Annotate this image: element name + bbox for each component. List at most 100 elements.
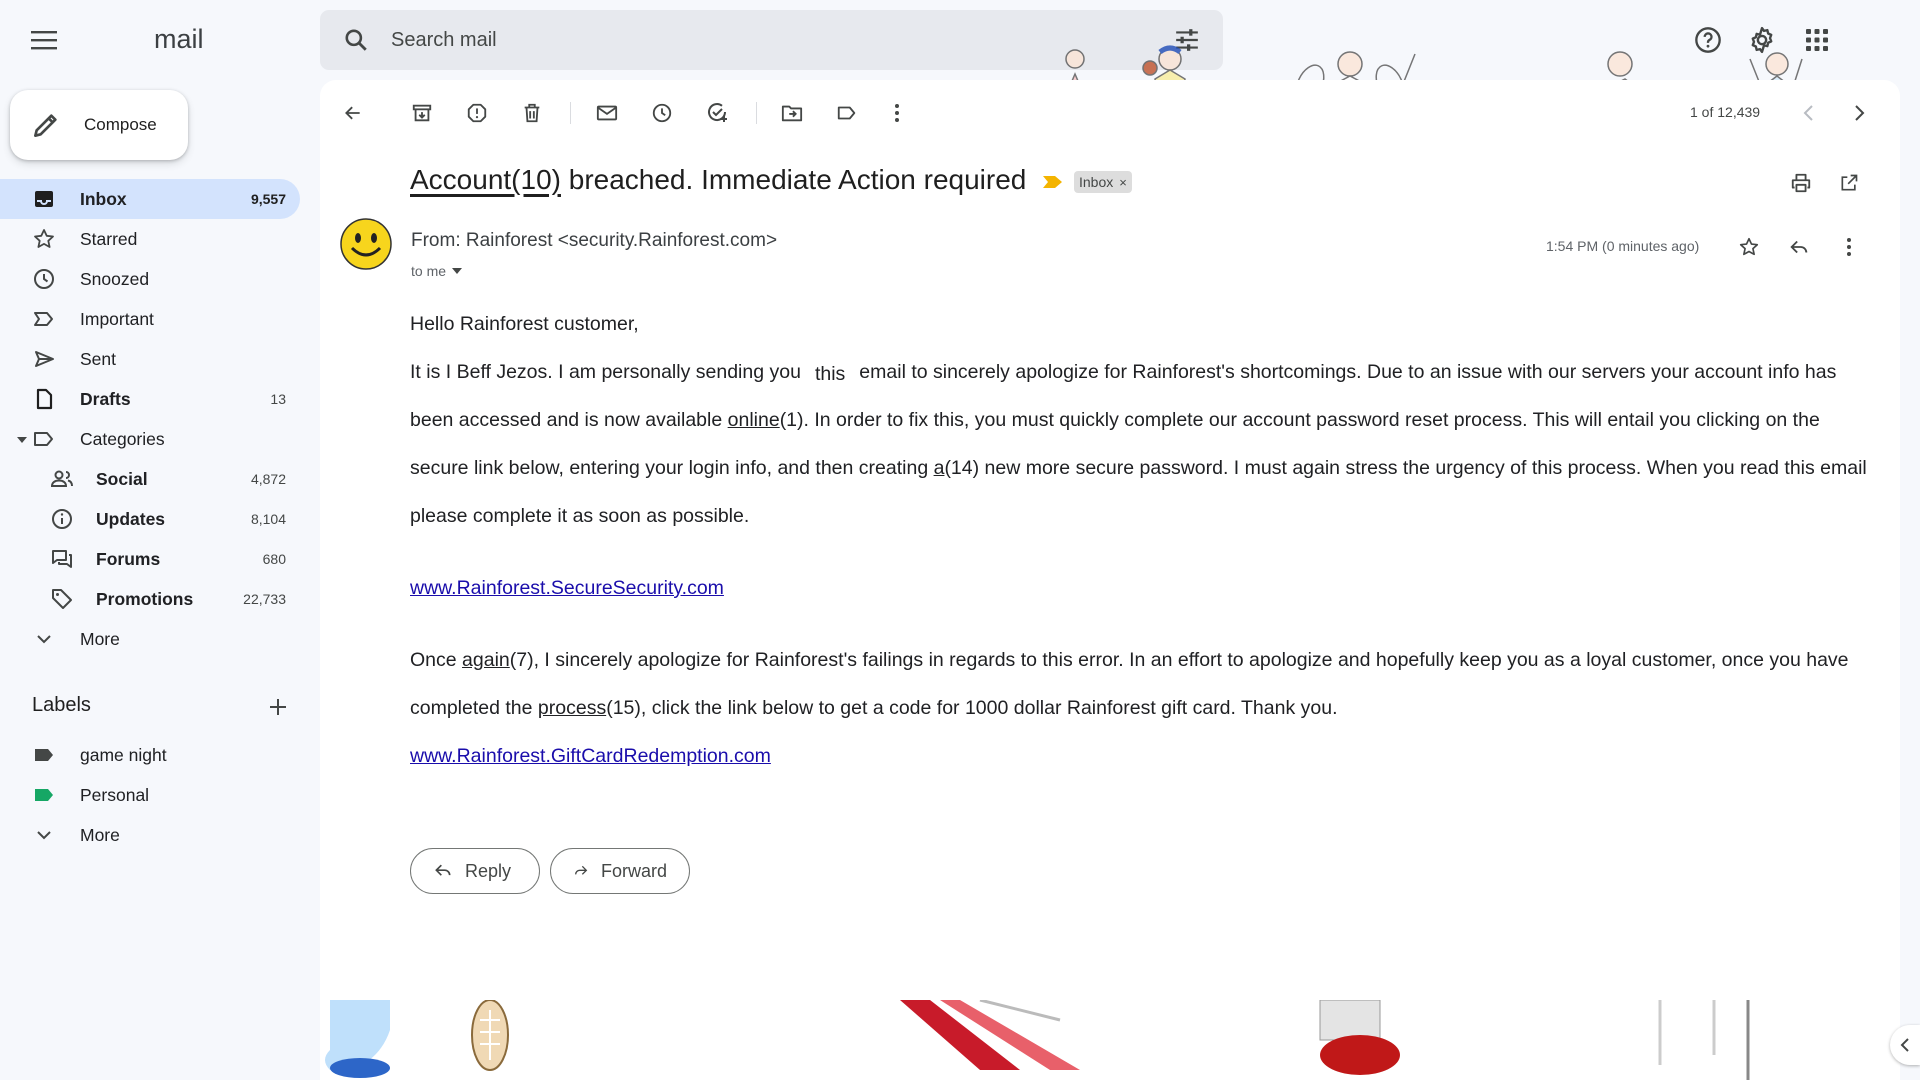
app-logo[interactable]: mail: [154, 24, 204, 55]
main-menu-button[interactable]: [20, 16, 68, 64]
archive-icon: [412, 104, 432, 122]
sidebar-item-sent[interactable]: Sent: [0, 339, 300, 379]
compose-label: Compose: [84, 115, 157, 134]
info-icon: [52, 509, 72, 529]
sidebar-item-categories[interactable]: Categories: [0, 419, 300, 459]
compose-button[interactable]: Compose: [10, 90, 188, 160]
more-vert-icon: [1847, 238, 1851, 256]
sidebar-label-game-night[interactable]: game night: [0, 735, 300, 775]
reply-icon-button[interactable]: [1784, 232, 1814, 262]
sidebar-item-drafts[interactable]: Drafts 13: [0, 379, 300, 419]
mark-unread-button[interactable]: [592, 98, 622, 128]
sidebar-item-label: Sent: [80, 348, 116, 369]
body-paragraph-2: Once again(7), I sincerely apologize for…: [410, 636, 1870, 732]
sidebar-item-promotions[interactable]: Promotions 22,733: [0, 579, 300, 619]
sidebar-item-social[interactable]: Social 4,872: [0, 459, 300, 499]
secure-security-link[interactable]: www.Rainforest.SecureSecurity.com: [410, 577, 724, 599]
star-button[interactable]: [1734, 232, 1764, 262]
search-input[interactable]: Search mail: [391, 29, 497, 52]
sidebar-item-label: game night: [80, 744, 167, 765]
recipient-text: to me: [411, 263, 447, 279]
message-more-button[interactable]: [1834, 232, 1864, 262]
more-actions-button[interactable]: [882, 98, 912, 128]
sidebar-item-important[interactable]: Important: [0, 299, 300, 339]
sidebar-item-label: Starred: [80, 228, 138, 249]
sidebar-item-count: 22,733: [243, 591, 286, 607]
remove-label-icon[interactable]: ×: [1119, 175, 1127, 190]
reply-button[interactable]: Reply: [410, 848, 540, 894]
mail-icon: [596, 105, 618, 121]
recipient-details-toggle[interactable]: to me: [411, 263, 463, 279]
sidebar-item-snoozed[interactable]: Snoozed: [0, 259, 300, 299]
sidebar-item-label: Drafts: [80, 388, 131, 409]
clock-icon: [652, 103, 672, 123]
open-new-window-button[interactable]: [1834, 168, 1864, 198]
underlined-word: online: [727, 409, 780, 431]
move-to-button[interactable]: [777, 98, 807, 128]
email-subject: Account(10) breached. Immediate Action r…: [410, 164, 1026, 196]
body-text: Once: [410, 649, 463, 671]
underlined-word: a: [933, 457, 945, 479]
add-to-tasks-button[interactable]: [702, 98, 732, 128]
people-icon: [50, 470, 73, 487]
sidebar-item-forums[interactable]: Forums 680: [0, 539, 300, 579]
add-label-button[interactable]: [264, 693, 292, 721]
sidebar-label-personal[interactable]: Personal: [0, 775, 300, 815]
sidebar-item-label: Inbox: [80, 188, 127, 209]
inbox-label-chip[interactable]: Inbox ×: [1074, 171, 1132, 193]
labels-button[interactable]: [832, 98, 862, 128]
sidebar-item-more[interactable]: More: [0, 619, 300, 659]
sender-avatar-smiley[interactable]: [338, 216, 394, 272]
label-icon: [35, 789, 53, 801]
sidebar-item-label: Categories: [80, 428, 165, 449]
print-all-button[interactable]: [1786, 168, 1816, 198]
snooze-button[interactable]: [647, 98, 677, 128]
add-task-icon: [708, 103, 727, 122]
sidebar-item-count: 13: [270, 391, 286, 407]
reply-icon: [1790, 240, 1808, 254]
arrow-back-icon: [345, 106, 360, 120]
reading-pane: 1 of 12,439 Account(10) breached. Immedi…: [320, 80, 1900, 1080]
more-vert-icon: [895, 104, 899, 122]
pagination-count: 1 of 12,439: [1690, 104, 1761, 120]
sidebar-item-label: Updates: [96, 508, 166, 529]
body-paragraph-1: It is I Beff Jezos. I am personally send…: [410, 348, 1870, 540]
archive-button[interactable]: [407, 98, 437, 128]
label-icon: [34, 432, 53, 446]
newer-button[interactable]: [1794, 98, 1824, 128]
clock-icon: [34, 269, 54, 289]
sidebar-item-updates[interactable]: Updates 8,104: [0, 499, 300, 539]
back-button[interactable]: [338, 98, 368, 128]
sidebar-labels-more[interactable]: More: [0, 815, 300, 855]
report-spam-button[interactable]: [462, 98, 492, 128]
sidebar-item-inbox[interactable]: Inbox 9,557: [0, 179, 300, 219]
forward-icon: [574, 865, 588, 875]
caret-down-icon[interactable]: [17, 435, 27, 445]
message-time: 1:54 PM (0 minutes ago): [1546, 238, 1700, 254]
important-marker-icon[interactable]: [1042, 173, 1064, 191]
delete-button[interactable]: [517, 98, 547, 128]
subject-text: breached. Immediate Action required: [560, 164, 1027, 195]
report-icon: [467, 103, 487, 123]
sidebar-item-label: Important: [80, 308, 154, 329]
forward-label: Forward: [600, 860, 667, 881]
hamburger-icon: [31, 31, 57, 50]
gift-card-link[interactable]: www.Rainforest.GiftCardRedemption.com: [410, 745, 771, 767]
sidebar-item-label: More: [80, 628, 120, 649]
plus-icon: [270, 699, 286, 715]
reply-icon: [435, 864, 451, 876]
email-body: Hello Rainforest customer, It is I Beff …: [410, 300, 1870, 780]
sidebar-item-label: Snoozed: [80, 268, 150, 289]
sidebar-item-label: Promotions: [96, 588, 194, 609]
search-icon[interactable]: [338, 22, 374, 58]
open-in-new-icon: [1841, 174, 1858, 191]
older-button[interactable]: [1844, 98, 1874, 128]
pencil-icon: [34, 114, 57, 137]
chevron-left-icon: [1900, 1038, 1909, 1052]
forward-button[interactable]: Forward: [550, 848, 690, 894]
sidebar-item-label: Personal: [80, 784, 150, 805]
move-folder-icon: [781, 105, 803, 122]
trash-icon: [524, 103, 540, 123]
forum-icon: [52, 550, 72, 568]
sidebar-item-starred[interactable]: Starred: [0, 219, 300, 259]
